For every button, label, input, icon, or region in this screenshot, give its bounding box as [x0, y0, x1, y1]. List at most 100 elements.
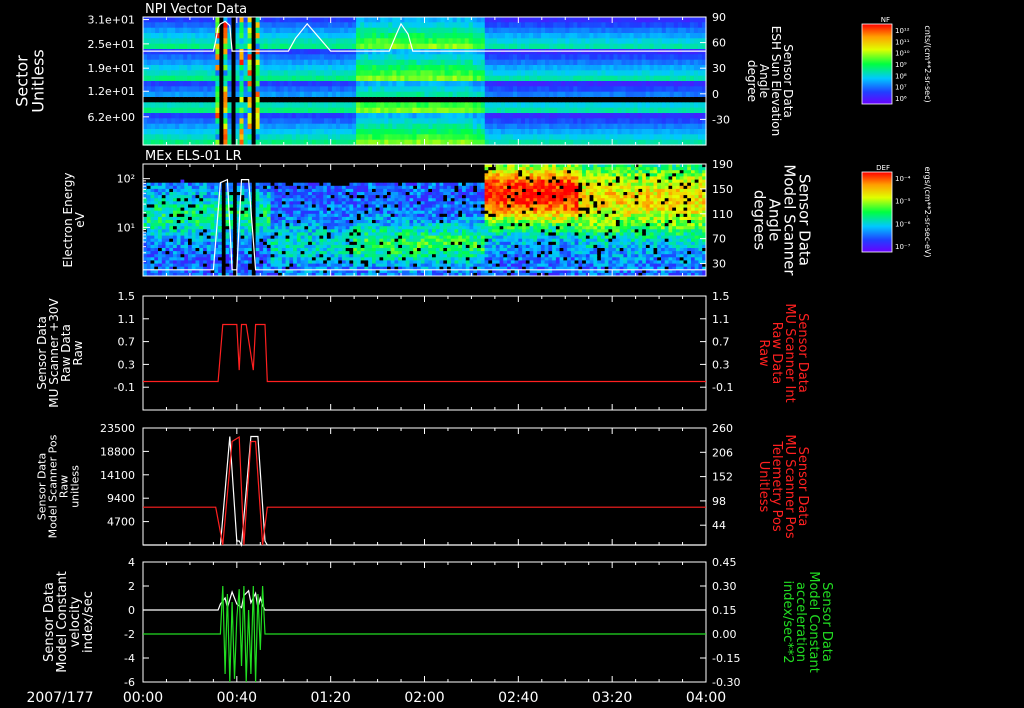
- els-cell: [143, 179, 148, 184]
- npi-cell: [641, 107, 647, 114]
- npi-cell: [259, 118, 265, 125]
- npi-cell: [263, 27, 269, 34]
- els-cell: [233, 179, 238, 184]
- els-cell: [158, 170, 163, 174]
- npi-cell: [545, 38, 550, 45]
- npi-cell: [525, 86, 530, 93]
- els-cell: [161, 260, 167, 264]
- npi-cell: [219, 113, 224, 119]
- npi-cell: [657, 102, 663, 109]
- npi-cell: [175, 59, 180, 66]
- npi-cell: [352, 54, 357, 61]
- els-cell: [263, 164, 268, 168]
- npi-cell: [287, 17, 293, 23]
- npi-cell: [669, 65, 675, 71]
- els-cell: [176, 201, 182, 205]
- npi-cell: [163, 33, 168, 39]
- npi-cell: [573, 134, 578, 141]
- npi-cell: [597, 102, 602, 109]
- npi-cell: [396, 38, 401, 45]
- npi-cell: [215, 75, 220, 82]
- npi-cell: [175, 49, 180, 55]
- npi-cell: [440, 17, 446, 23]
- npi-cell: [235, 43, 241, 50]
- npi-cell: [693, 118, 699, 125]
- els-cell: [206, 235, 212, 240]
- npi-cell: [605, 113, 611, 119]
- npi-ylabel-line: Unitless: [29, 49, 48, 113]
- npi-cell: [328, 102, 333, 109]
- npi-cell: [669, 107, 675, 114]
- npi-cell: [167, 102, 172, 109]
- npi-cell: [657, 59, 663, 66]
- npi-cell: [271, 91, 277, 98]
- npi-cell: [219, 59, 224, 66]
- els-cell: [229, 213, 234, 218]
- npi-cell: [677, 65, 683, 71]
- npi-cell: [537, 134, 542, 141]
- npi-cell: [356, 118, 361, 125]
- npi-cell: [147, 107, 152, 114]
- npi-cell: [179, 59, 184, 66]
- npi-cell: [517, 33, 522, 39]
- npi-cell: [657, 65, 663, 71]
- npi-cell: [303, 65, 309, 71]
- npi-cell: [227, 65, 232, 71]
- npi-cell: [147, 43, 152, 50]
- npi-cell: [303, 91, 309, 98]
- npi-cell: [207, 113, 212, 119]
- els-cell: [225, 248, 230, 252]
- els-cell: [169, 170, 174, 174]
- npi-cell: [669, 33, 675, 39]
- npi-cell: [444, 86, 450, 93]
- npi-cell: [472, 59, 478, 66]
- npi-cell: [685, 17, 691, 23]
- npi-cell: [456, 81, 462, 87]
- npi-cell: [456, 22, 462, 29]
- npi-cell: [207, 65, 212, 71]
- npi-cell: [356, 70, 361, 77]
- npi-cell: [332, 49, 337, 55]
- npi-cell: [496, 102, 502, 109]
- els-cell: [259, 226, 264, 230]
- npi-cell: [577, 70, 582, 77]
- els-cell: [255, 235, 260, 240]
- npi-cell: [279, 43, 285, 50]
- npi-cell: [203, 49, 208, 55]
- npi-cell: [275, 75, 281, 82]
- npi-cell: [496, 123, 502, 130]
- npi-cell: [649, 49, 655, 55]
- npi-cell: [448, 43, 454, 50]
- npi-cell: [685, 70, 691, 77]
- npi-cell: [167, 49, 172, 55]
- npi-cell: [344, 123, 349, 130]
- npi-cell: [416, 134, 422, 141]
- els-cell: [169, 248, 174, 252]
- els-cell: [248, 251, 253, 255]
- npi-cell: [673, 70, 679, 77]
- npi-cell: [637, 107, 643, 114]
- els-cell: [274, 248, 279, 252]
- npi-cell: [259, 70, 265, 77]
- npi-cell: [287, 59, 293, 66]
- npi-cell: [251, 65, 257, 71]
- npi-cell: [183, 129, 188, 135]
- els-cell: [270, 213, 275, 218]
- npi-cell: [376, 65, 381, 71]
- npi-cell: [557, 107, 562, 114]
- npi-cell: [159, 113, 164, 119]
- npi-cell: [251, 59, 257, 66]
- els-cell: [161, 220, 167, 224]
- npi-cell: [673, 97, 679, 103]
- npi-cell: [171, 33, 176, 39]
- npi-cell: [299, 129, 305, 135]
- npi-cell: [440, 97, 446, 103]
- npi-cell: [311, 123, 317, 130]
- npi-cell: [468, 81, 474, 87]
- npi-cell: [581, 81, 586, 87]
- els-cell: [296, 232, 302, 236]
- npi-cell: [227, 97, 232, 103]
- els-cell: [274, 201, 279, 205]
- npi-cell: [175, 97, 180, 103]
- npi-cell: [432, 59, 438, 66]
